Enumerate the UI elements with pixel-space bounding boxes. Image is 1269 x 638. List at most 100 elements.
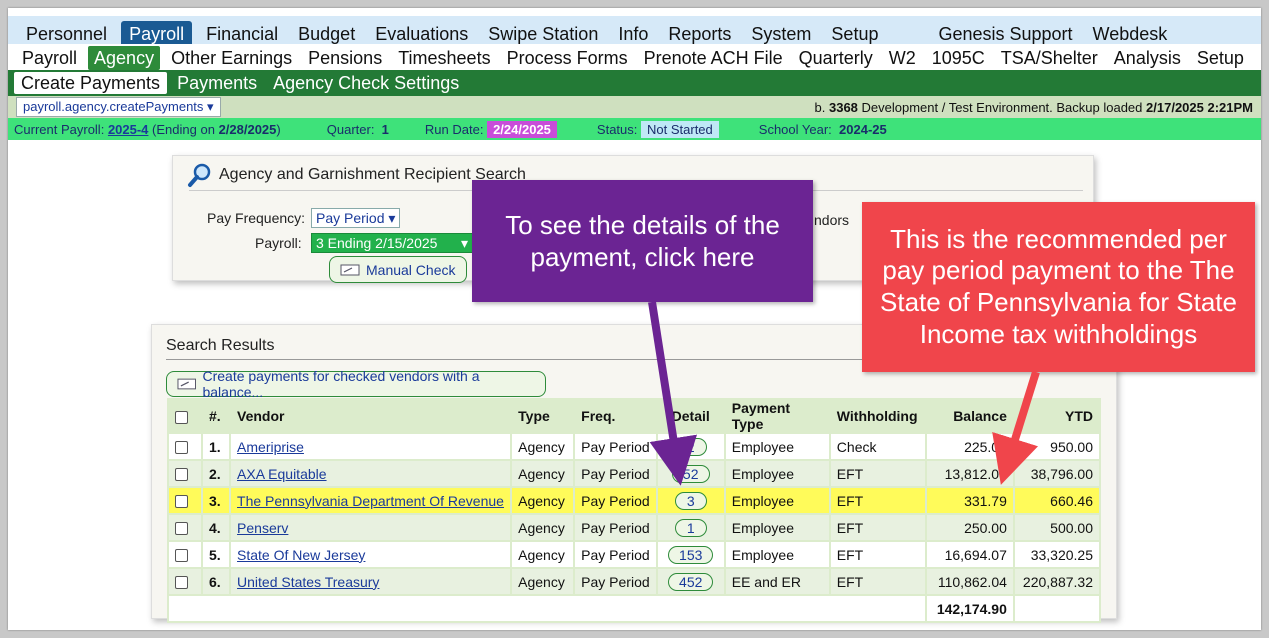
manual-check-button[interactable]: Manual Check xyxy=(329,256,467,283)
submenu-quarterly[interactable]: Quarterly xyxy=(791,46,881,70)
row-select-cell xyxy=(166,567,204,596)
row-vendor-cell: AXA Equitable xyxy=(229,459,513,488)
submenu-pensions[interactable]: Pensions xyxy=(300,46,390,70)
row-vendor-cell: Ameriprise xyxy=(229,432,513,461)
detail-button[interactable]: 3 xyxy=(674,491,707,510)
row-checkbox[interactable] xyxy=(175,441,188,455)
pay-frequency-value: Pay Period xyxy=(316,210,385,226)
row-type: Agency xyxy=(510,459,576,488)
row-balance: 225.00 xyxy=(924,432,1015,461)
col-withholding: Withholding xyxy=(828,398,927,434)
build-number: 3368 xyxy=(828,99,858,115)
tab-agency-check-settings[interactable]: Agency Check Settings xyxy=(265,72,467,94)
row-detail-cell: 452 xyxy=(655,567,726,596)
vendor-link[interactable]: Penserv xyxy=(237,520,288,536)
row-type: Agency xyxy=(510,540,576,569)
row-freq: Pay Period xyxy=(573,459,658,488)
submenu-analysis[interactable]: Analysis xyxy=(1106,46,1189,70)
row-vendor-cell: Penserv xyxy=(229,513,513,542)
vendor-link[interactable]: United States Treasury xyxy=(237,574,379,590)
select-all-checkbox[interactable] xyxy=(175,410,188,424)
row-balance: 13,812.00 xyxy=(924,459,1015,488)
school-year-value: 2024-25 xyxy=(839,121,887,137)
submenu-other-earnings[interactable]: Other Earnings xyxy=(163,46,300,70)
vendor-link[interactable]: State Of New Jersey xyxy=(237,547,365,563)
payroll-submenu: Payroll Agency Other Earnings Pensions T… xyxy=(8,44,1261,72)
environment-info: b. 3368 Development / Test Environment. … xyxy=(815,100,1253,115)
route-selector[interactable]: payroll.agency.createPayments ▾ xyxy=(16,97,221,117)
submenu-timesheets[interactable]: Timesheets xyxy=(390,46,498,70)
row-freq: Pay Period xyxy=(573,513,658,542)
row-ytd: 950.00 xyxy=(1012,432,1102,461)
row-checkbox[interactable] xyxy=(175,549,188,563)
payroll-select-value: 3 Ending 2/15/2025 xyxy=(316,235,438,251)
row-vendor-cell: State Of New Jersey xyxy=(229,540,513,569)
detail-button[interactable]: 2 xyxy=(674,437,707,456)
row-number: 4. xyxy=(201,513,232,542)
submenu-payroll[interactable]: Payroll xyxy=(14,46,85,70)
col-balance: Balance xyxy=(924,398,1015,434)
callout-balance-text: This is the recommended per pay period p… xyxy=(880,223,1237,349)
submenu-prenote-ach[interactable]: Prenote ACH File xyxy=(636,46,791,70)
row-checkbox[interactable] xyxy=(175,522,188,536)
select-all-header xyxy=(166,398,204,434)
create-payments-label: Create payments for checked vendors with… xyxy=(202,368,480,400)
row-payment-type: Employee xyxy=(723,486,831,515)
table-row: 3. The Pennsylvania Department Of Revenue… xyxy=(166,486,1102,515)
detail-button[interactable]: 452 xyxy=(668,572,714,591)
vendor-link[interactable]: The Pennsylvania Department Of Revenue xyxy=(237,493,504,509)
totals-row: 142,174.90 xyxy=(167,594,1102,623)
quarter-label: Quarter: xyxy=(326,121,375,137)
tab-payments[interactable]: Payments xyxy=(169,72,265,94)
pay-frequency-select[interactable]: Pay Period ▾ xyxy=(311,208,401,228)
results-table: #. Vendor Type Freq. Detail Payment Type… xyxy=(166,398,1102,623)
table-row: 2. AXA Equitable Agency Pay Period 52 Employe… xyxy=(166,459,1102,488)
table-header-row: #. Vendor Type Freq. Detail Payment Type… xyxy=(166,398,1102,434)
submenu-1095c[interactable]: 1095C xyxy=(924,46,993,70)
chevron-down-icon: ▾ xyxy=(207,99,214,114)
table-row: 5. State Of New Jersey Agency Pay Period 153… xyxy=(166,540,1102,569)
build-prefix: b. xyxy=(814,99,826,115)
row-payment-type: Employee xyxy=(723,513,831,542)
submenu-agency[interactable]: Agency xyxy=(88,46,161,70)
detail-button[interactable]: 52 xyxy=(671,464,710,483)
submenu-w2[interactable]: W2 xyxy=(881,46,924,70)
row-ytd: 33,320.25 xyxy=(1012,540,1102,569)
row-type: Agency xyxy=(510,486,576,515)
run-date-badge: 2/24/2025 xyxy=(487,120,557,138)
submenu-setup[interactable]: Setup xyxy=(1189,46,1252,70)
row-checkbox[interactable] xyxy=(175,495,188,509)
row-checkbox[interactable] xyxy=(175,468,188,482)
payroll-label: Payroll: xyxy=(255,235,302,251)
current-payroll-link[interactable]: 2025-4 xyxy=(108,122,148,137)
row-checkbox[interactable] xyxy=(175,576,188,590)
row-detail-cell: 52 xyxy=(655,459,726,488)
magnifier-icon xyxy=(188,163,211,187)
row-withholding: EFT xyxy=(828,513,927,542)
row-number: 2. xyxy=(201,459,232,488)
detail-button[interactable]: 1 xyxy=(674,518,707,537)
run-date-label: Run Date: xyxy=(424,121,484,137)
tab-create-payments[interactable]: Create Payments xyxy=(14,72,168,94)
vendor-link[interactable]: Ameriprise xyxy=(237,439,304,455)
row-withholding: Check xyxy=(828,432,927,461)
ending-text: (Ending on xyxy=(152,121,215,137)
row-freq: Pay Period xyxy=(573,432,658,461)
vendor-link[interactable]: AXA Equitable xyxy=(237,466,327,482)
detail-button[interactable]: 153 xyxy=(668,545,714,564)
submenu-tsa-shelter[interactable]: TSA/Shelter xyxy=(993,46,1106,70)
row-vendor-cell: The Pennsylvania Department Of Revenue xyxy=(229,486,513,515)
create-payments-button[interactable]: Create payments for checked vendors with… xyxy=(166,368,546,400)
row-select-cell xyxy=(166,432,204,461)
row-freq: Pay Period xyxy=(573,540,658,569)
row-freq: Pay Period xyxy=(573,486,658,515)
status-badge: Not Started xyxy=(641,120,719,138)
payroll-status-bar: Current Payroll: 2025-4 (Ending on 2/28/… xyxy=(8,118,1261,140)
row-select-cell xyxy=(166,540,204,569)
col-freq: Freq. xyxy=(573,398,658,434)
check-icon xyxy=(340,264,360,275)
school-year-label: School Year: xyxy=(758,121,832,137)
submenu-process-forms[interactable]: Process Forms xyxy=(499,46,636,70)
payroll-select[interactable]: 3 Ending 2/15/2025 ▾ xyxy=(311,233,473,253)
callout-detail-text: To see the details of the payment, click… xyxy=(505,209,780,273)
